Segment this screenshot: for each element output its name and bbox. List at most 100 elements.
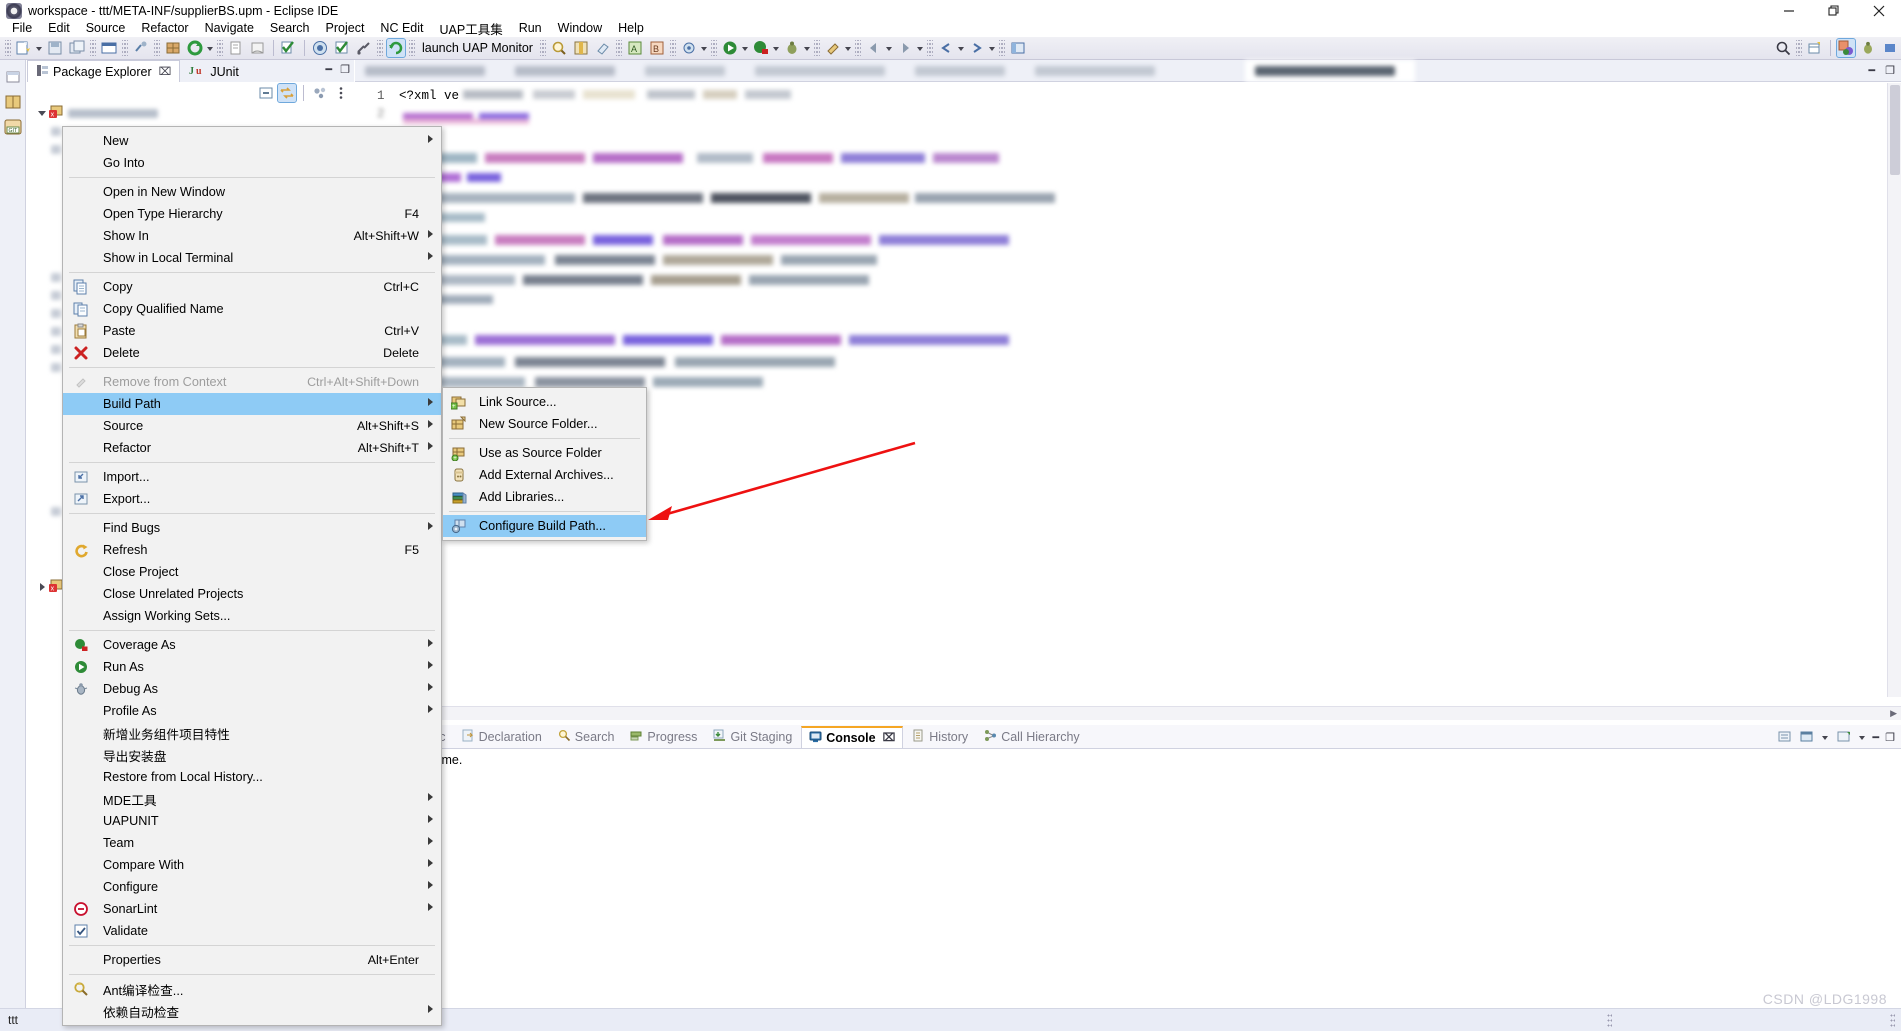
tab-search[interactable]: Search (551, 727, 622, 747)
back-nav-icon[interactable] (937, 39, 955, 57)
tab-package-explorer[interactable]: Package Explorer ⌧ (27, 60, 181, 82)
editor-tab-blurred[interactable] (505, 60, 635, 82)
open-task-icon[interactable] (249, 39, 267, 57)
open-package-icon[interactable] (164, 39, 182, 57)
save-all-icon[interactable] (68, 39, 86, 57)
submenu-item-add-external-archives[interactable]: Add External Archives... (443, 464, 646, 486)
menu-item-refactor[interactable]: Refactor Alt+Shift+T (63, 437, 441, 459)
menu-nc-edit[interactable]: NC Edit (372, 20, 431, 36)
link-break-icon[interactable] (132, 39, 150, 57)
collapse-all-icon[interactable] (257, 84, 275, 102)
menu-item-go-into[interactable]: Go Into (63, 152, 441, 174)
editor-tab-blurred[interactable] (745, 60, 905, 82)
console-output[interactable]: isplay at this time. (355, 749, 1901, 1008)
menu-item-import[interactable]: Import... (63, 466, 441, 488)
menu-project[interactable]: Project (318, 20, 373, 36)
open-type-icon[interactable] (227, 39, 245, 57)
debug-perspective-icon[interactable] (1859, 39, 1877, 57)
menu-item-team[interactable]: Team (63, 832, 441, 854)
menu-item-configure[interactable]: Configure (63, 876, 441, 898)
menu-item-coverage-as[interactable]: Coverage As (63, 634, 441, 656)
menu-item-uapunit[interactable]: UAPUNIT (63, 810, 441, 832)
launch-uap-monitor-label[interactable]: launch UAP Monitor (417, 41, 538, 55)
submenu-item-use-as-source-folder[interactable]: + Use as Source Folder (443, 442, 646, 464)
menu-help[interactable]: Help (610, 20, 652, 36)
tab-history[interactable]: History (905, 727, 975, 747)
tab-progress[interactable]: Progress (623, 727, 704, 747)
package-explorer-toolbar[interactable] (27, 82, 354, 104)
menu-item-paste[interactable]: Paste Ctrl+V (63, 320, 441, 342)
debug-dropdown-icon[interactable] (803, 39, 812, 57)
menu-item-export[interactable]: Export... (63, 488, 441, 510)
menu-run[interactable]: Run (511, 20, 550, 36)
camera-icon[interactable] (311, 39, 329, 57)
editor-tab-bar[interactable]: ━ ❐ (355, 59, 1901, 82)
menu-edit[interactable]: Edit (40, 20, 78, 36)
menu-item-ant-build-check[interactable]: Ant编译检查... (63, 978, 441, 1000)
link-with-editor-icon[interactable] (277, 83, 297, 103)
new-wizard-icon[interactable] (15, 39, 33, 57)
chevron-down-icon[interactable] (35, 106, 49, 120)
java-perspective-icon[interactable] (1836, 38, 1856, 58)
view-maximize-icon[interactable]: ❐ (340, 63, 350, 76)
debug-bug-icon[interactable] (783, 39, 801, 57)
menu-item-assign-working-sets[interactable]: Assign Working Sets... (63, 605, 441, 627)
status-drag-handle-right[interactable] (1890, 1013, 1895, 1028)
menu-uap-tools[interactable]: UAP工具集 (432, 18, 511, 39)
eraser-icon[interactable] (594, 39, 612, 57)
editor-tab-blurred[interactable] (1025, 60, 1175, 82)
validate-toolbar-icon[interactable] (280, 39, 298, 57)
console-pin-icon[interactable] (1836, 729, 1852, 745)
menu-item-copy[interactable]: Copy Ctrl+C (63, 276, 441, 298)
book-icon[interactable] (572, 39, 590, 57)
menu-window[interactable]: Window (550, 20, 610, 36)
menu-file[interactable]: File (4, 20, 40, 36)
save-icon[interactable] (46, 39, 64, 57)
editor-tab-blurred[interactable] (905, 60, 1025, 82)
menu-item-open-in-new-window[interactable]: Open in New Window (63, 181, 441, 203)
menu-item-show-in[interactable]: Show In Alt+Shift+W (63, 225, 441, 247)
menu-item-profile-as[interactable]: Profile As (63, 700, 441, 722)
build-path-submenu[interactable]: + Link Source... New Source Folder... + … (442, 387, 647, 541)
perspective-shortcut-bar[interactable]: GIT (0, 60, 26, 1031)
menu-navigate[interactable]: Navigate (197, 20, 262, 36)
toolbar-drag-handle[interactable] (5, 40, 11, 56)
menu-item-new[interactable]: New (63, 130, 441, 152)
coverage-dropdown-icon[interactable] (772, 39, 781, 57)
package-explorer-tab-bar[interactable]: Package Explorer ⌧ Ju JUnit ━ ❐ (27, 60, 354, 82)
tab-console[interactable]: Console ⌧ (801, 725, 904, 748)
editor-tab-active-blurred[interactable] (1245, 59, 1415, 82)
menu-item-add-business-component-feature[interactable]: 新增业务组件项目特性 (63, 722, 441, 744)
external-tools-dropdown-icon[interactable] (844, 39, 853, 57)
tab-declaration[interactable]: Declaration (455, 727, 549, 747)
menu-item-debug-as[interactable]: Debug As (63, 678, 441, 700)
submenu-item-configure-build-path[interactable]: Configure Build Path... (443, 515, 646, 537)
menu-bar[interactable]: File Edit Source Refactor Navigate Searc… (0, 19, 1901, 37)
menu-item-open-type-hierarchy[interactable]: Open Type Hierarchy F4 (63, 203, 441, 225)
search-magnifier-icon[interactable] (550, 39, 568, 57)
tab-git-staging[interactable]: Git Staging (706, 727, 799, 747)
editor-window-buttons[interactable]: ━ ❐ (1869, 64, 1896, 77)
console-display-icon[interactable] (1799, 729, 1815, 745)
menu-item-close-unrelated-projects[interactable]: Close Unrelated Projects (63, 583, 441, 605)
menu-item-validate[interactable]: Validate (63, 920, 441, 942)
next-annotation-dropdown-icon[interactable] (916, 39, 925, 57)
tab-call-hierarchy[interactable]: Call Hierarchy (977, 727, 1087, 747)
prev-annotation-icon[interactable] (865, 39, 883, 57)
editor-tab-blurred[interactable] (635, 60, 745, 82)
validate2-icon[interactable] (333, 39, 351, 57)
prev-annotation-dropdown-icon[interactable] (885, 39, 894, 57)
menu-item-show-in-local-terminal[interactable]: Show in Local Terminal (63, 247, 441, 269)
new-perspective-icon[interactable] (1806, 39, 1824, 57)
git-repositories-shortcut-icon[interactable]: GIT (2, 116, 24, 138)
run-config-dropdown-icon[interactable] (700, 39, 709, 57)
submenu-item-link-source[interactable]: + Link Source... (443, 391, 646, 413)
debug-ant1-icon[interactable]: A (626, 39, 644, 57)
view-window-buttons[interactable]: ━ ❐ (326, 63, 351, 76)
scroll-right-icon[interactable]: ▶ (1886, 708, 1901, 719)
quick-access-search-icon[interactable] (1774, 39, 1792, 57)
view-menu-icon[interactable] (332, 84, 350, 102)
restore-view-icon[interactable] (2, 66, 24, 88)
open-editor-icon[interactable] (100, 39, 118, 57)
forward-nav-dropdown-icon[interactable] (988, 39, 997, 57)
